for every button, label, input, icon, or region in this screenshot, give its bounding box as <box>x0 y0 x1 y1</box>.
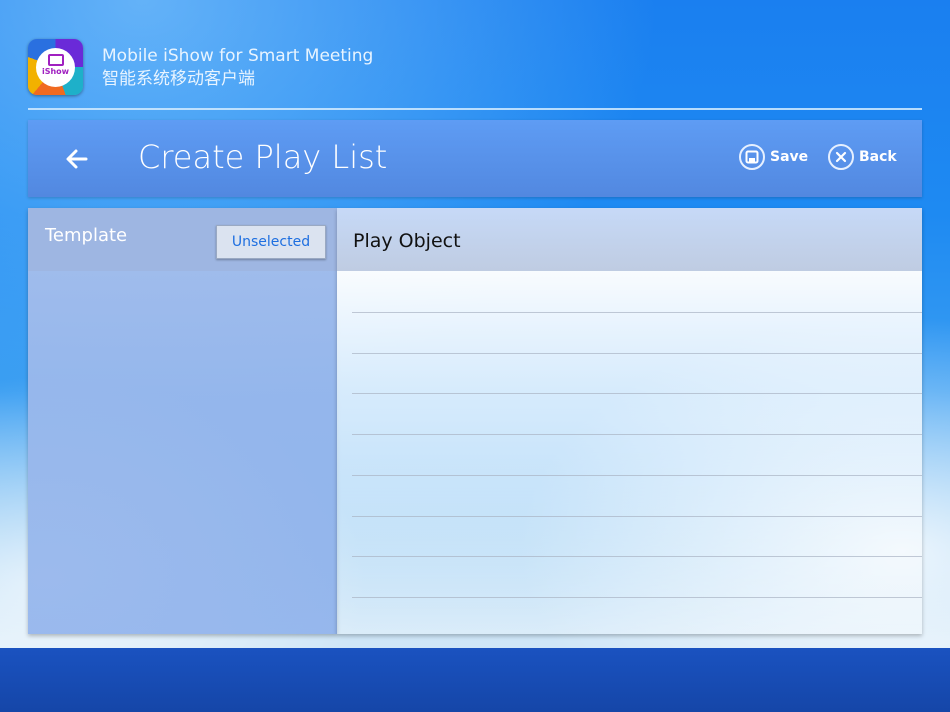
back-label: Back <box>859 149 897 165</box>
back-arrow-icon[interactable] <box>62 144 92 174</box>
save-label: Save <box>770 149 809 165</box>
back-button[interactable]: Back <box>828 144 897 170</box>
play-object-header: Play Object <box>337 208 922 271</box>
bottom-bar <box>0 648 950 712</box>
play-object-row[interactable] <box>352 272 922 313</box>
app-title-en: Mobile iShow for Smart Meeting <box>102 46 374 66</box>
template-select-button[interactable]: Unselected <box>216 225 326 259</box>
app-title-cn: 智能系统移动客户端 <box>102 69 255 89</box>
play-object-row[interactable] <box>352 516 922 558</box>
close-icon <box>828 144 854 170</box>
toolbar: Create Play List Save Back <box>28 120 922 197</box>
app-title: Mobile iShow for Smart Meeting 智能系统移动客户端 <box>102 45 373 91</box>
save-icon <box>739 144 765 170</box>
play-object-row[interactable] <box>352 435 922 476</box>
play-object-row[interactable] <box>352 557 922 598</box>
app-logo: iShow <box>28 39 83 95</box>
template-panel: Template Unselected <box>28 208 337 634</box>
play-object-row[interactable] <box>352 353 922 395</box>
page-title: Create Play List <box>138 138 388 176</box>
save-button[interactable]: Save <box>739 144 808 170</box>
play-object-label: Play Object <box>353 230 461 252</box>
play-object-row[interactable] <box>352 476 922 517</box>
play-object-panel: Play Object <box>337 208 922 634</box>
template-header: Template Unselected <box>28 208 337 271</box>
play-object-row[interactable] <box>352 313 922 354</box>
play-object-row[interactable] <box>352 394 922 436</box>
template-label: Template <box>45 225 128 246</box>
divider <box>28 108 922 110</box>
